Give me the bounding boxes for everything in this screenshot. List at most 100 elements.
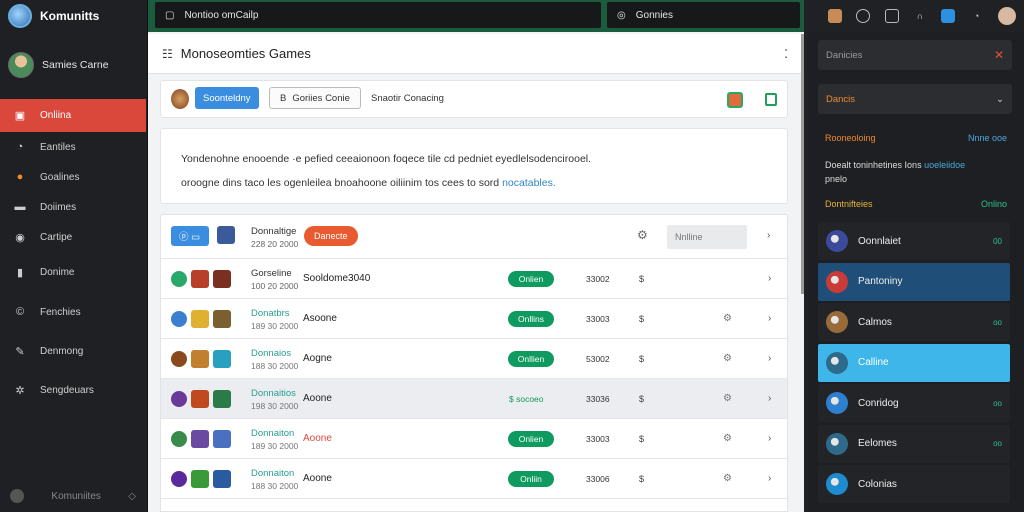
sidebar-footer[interactable]: Komuniites ◇ [10,489,136,503]
close-icon[interactable]: ✕ [994,48,1004,62]
character-avatar-icon[interactable] [828,9,842,23]
link-icon[interactable]: ⓟ ▭ [171,226,209,246]
sidebar-item-1[interactable]: ◔ Eantiles [0,132,146,162]
sidebar-item-5[interactable]: ▮ Donime [0,252,146,292]
panel-list-item[interactable]: Conridog oo [818,384,1010,422]
user-avatar-icon[interactable] [997,7,1016,25]
description-link[interactable]: nocatables. [502,177,556,189]
game-thumb-icon [213,349,231,368]
secondary-search-text: Gonnies [635,9,673,21]
footer-label: Komuniites [51,490,101,502]
chevron-right-icon[interactable]: › [768,353,771,364]
user-profile[interactable]: Samies Carne [8,52,109,78]
sidebar-item-8[interactable]: ✲ Sengdeuars [0,370,146,410]
chevron-right-icon[interactable]: › [768,313,771,324]
status-badge: Onliin [508,470,554,487]
table-row[interactable]: Donatbrs 189 30 2000 Asoone Onllins 3300… [161,299,787,339]
bookmark-icon[interactable] [765,93,777,106]
game-thumb-icon [213,389,231,408]
gear-icon[interactable]: ⚙ [723,353,732,364]
panel-list-item[interactable]: Pantoniny [818,262,1010,301]
status-badge: Onlien [508,430,554,447]
sidebar-item-6[interactable]: © Fenchies [0,292,146,332]
panel-list-item[interactable]: Calmos oo [818,303,1010,341]
panel-search-placeholder: Danicies [826,49,863,61]
panel-select[interactable]: Dancis ⌄ [818,84,1012,114]
gear-icon[interactable]: ⚙ [723,393,732,404]
gear-icon[interactable]: ⚙ [637,228,648,242]
chevron-right-icon[interactable]: › [768,433,771,444]
game-icon [171,350,187,367]
gear-icon[interactable]: ⚙ [723,433,732,444]
game-icon [171,270,187,287]
folder-icon: ▬ [14,201,26,213]
sidebar-item-4[interactable]: ◉ Cartipe [0,222,146,252]
secondary-search-input[interactable]: ◎ Gonnies [607,2,800,28]
secondary-button-label: Goriies Conie [292,92,350,104]
notification-icon[interactable] [941,9,956,23]
row-currency: $ [639,433,645,444]
row-currency: $ [639,313,645,324]
row-title: Aoone [303,433,332,444]
app-logo[interactable]: Komunitts [8,4,99,28]
b-icon: B [280,92,287,104]
status-badge: Onllins [508,310,554,327]
danger-button[interactable]: Danecte [304,226,358,246]
filter-input[interactable]: Nnlline [667,225,747,249]
info-icon: ◉ [15,231,25,244]
primary-button[interactable]: Soonteldny [195,87,259,109]
secondary-button[interactable]: B Goriies Conie [269,87,361,109]
row-name-sub: 188 30 2000 [251,481,299,491]
page-title: Monoseomties Games [180,46,311,61]
gear-icon[interactable]: ⚙ [723,473,732,484]
description-line-1: Yondenohne enooende ·e pefied ceeaionoon… [181,153,592,165]
panel-section-1: Rooneoloing Nnne ooe [825,131,1007,145]
table-row[interactable]: Donnaitios 198 30 2000 Aoone $ socoeo 33… [161,379,787,419]
mage-icon [826,351,848,374]
game-thumb-icon [213,429,231,448]
table-row[interactable]: Donnaios 188 30 2000 Aogne Onllien 53002… [161,339,787,379]
table-row[interactable]: Donnaiton 188 30 2000 Aoone Onliin 33006… [161,459,787,499]
row-name-text: Donnaiton [251,428,295,439]
row-name: Donnaitios 198 30 2000 [251,387,298,413]
panel-search-input[interactable]: Danicies ✕ [818,40,1012,70]
more-icon[interactable]: ⁚ [784,47,788,61]
panel-list-item[interactable]: Calline [818,343,1010,382]
shield-icon[interactable] [884,9,899,23]
chevron-right-icon[interactable]: › [767,230,770,241]
settings-icon: ✲ [15,384,25,397]
sidebar-item-7[interactable]: ✎ Denmong [0,332,146,370]
panel-list-item[interactable]: Eelomes oo [818,424,1010,463]
sidebar-item-3[interactable]: ▬ Doiimes [0,192,146,222]
row-thumbs [171,429,231,448]
panel-item-label: Calline [858,357,889,368]
game-badge-icon[interactable] [727,92,743,108]
game-icon [171,470,187,487]
chevron-right-icon[interactable]: › [768,473,771,484]
sidebar-item-label: Donime [40,266,75,278]
gear-icon[interactable]: ⚙ [723,313,732,324]
row-name: Donnaiton 188 30 2000 [251,467,298,493]
row-title: Asoone [303,313,337,324]
refresh-icon[interactable] [856,9,871,23]
description-text: oroogne dins taco les ogenleilea bnoahoo… [181,177,500,189]
panel-list-item[interactable]: Oonnlaiet 00 [818,222,1010,260]
headset-icon[interactable]: ∩ [913,9,927,23]
row-name-text: Donnaiton [251,468,295,479]
scrollbar[interactable] [801,34,804,294]
game-icon [171,390,187,407]
sidebar-item-2[interactable]: ● Goalines [0,162,146,192]
search-input[interactable]: ▢ Nontioo omCailp [155,2,601,28]
clock-icon[interactable]: ◔ [970,9,984,23]
game-icon [171,310,187,327]
table-row[interactable]: Donnaiton 189 30 2000 Aoone Onlien 33003… [161,419,787,459]
panel-list-item[interactable]: Colonias [818,465,1010,503]
planet-icon [826,230,848,252]
sidebar-item-label: Goalines [40,171,80,183]
row-name: Gorseline 100 20 2000 [251,267,298,293]
sidebar-item-0[interactable]: ▣ Onliina [0,99,146,132]
table-row[interactable]: Gorseline 100 20 2000 Sooldome3040 Onlie… [161,259,787,299]
panel-item-label: Conridog [858,397,899,409]
chevron-right-icon[interactable]: › [768,393,771,404]
chevron-right-icon[interactable]: › [768,273,771,284]
